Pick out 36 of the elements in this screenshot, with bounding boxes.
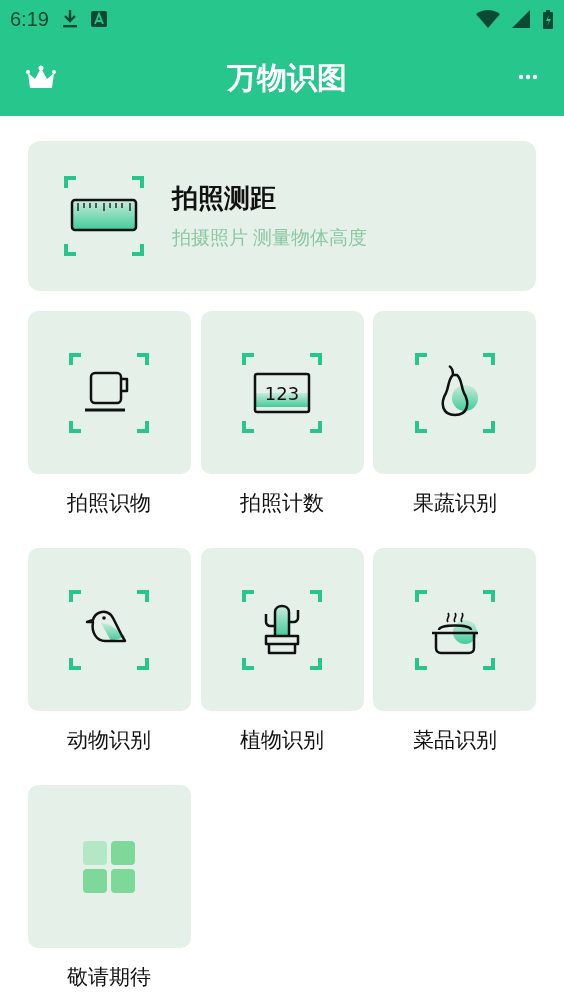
download-icon (60, 9, 79, 29)
pear-icon (414, 352, 495, 433)
tile-label: 菜品识别 (412, 727, 497, 753)
tile-card[interactable] (27, 785, 191, 948)
tile-label: 拍照识物 (67, 490, 152, 516)
ruler-icon (64, 176, 144, 256)
status-time: 6:19 (10, 7, 49, 32)
wifi-icon (476, 10, 500, 28)
tile-label: 果蔬识别 (412, 490, 497, 516)
keyboard-app-icon (90, 11, 107, 27)
counter-display-icon (253, 372, 311, 413)
tile-card[interactable] (27, 548, 191, 711)
tile-card[interactable] (373, 548, 537, 711)
tile-card[interactable] (373, 311, 537, 474)
feature-subtitle: 拍摄照片 测量物体高度 (172, 226, 368, 251)
tile-label: 敬请期待 (67, 964, 152, 990)
scan-frame-icon (242, 352, 322, 433)
app-title: 万物识图 (227, 59, 347, 96)
crown-icon[interactable] (26, 65, 56, 89)
tile-card[interactable] (27, 311, 191, 474)
cup-icon (69, 352, 150, 433)
more-icon[interactable] (518, 74, 538, 80)
signal-icon (512, 10, 530, 28)
pot-icon (414, 589, 495, 670)
tile-card[interactable] (200, 548, 364, 711)
tile-label: 植物识别 (240, 727, 324, 753)
counter-digits: 123 (264, 382, 300, 404)
bird-icon (69, 589, 150, 670)
cactus-icon (242, 589, 322, 670)
grid-icon (83, 840, 136, 893)
battery-icon (542, 9, 554, 29)
feature-title: 拍照测距 (172, 182, 277, 216)
feature-card[interactable]: 拍照测距 拍摄照片 测量物体高度 (28, 141, 536, 291)
tile-label: 动物识别 (67, 727, 152, 753)
tile-card[interactable]: 123 (200, 311, 364, 474)
tile-label: 拍照计数 (240, 490, 324, 516)
